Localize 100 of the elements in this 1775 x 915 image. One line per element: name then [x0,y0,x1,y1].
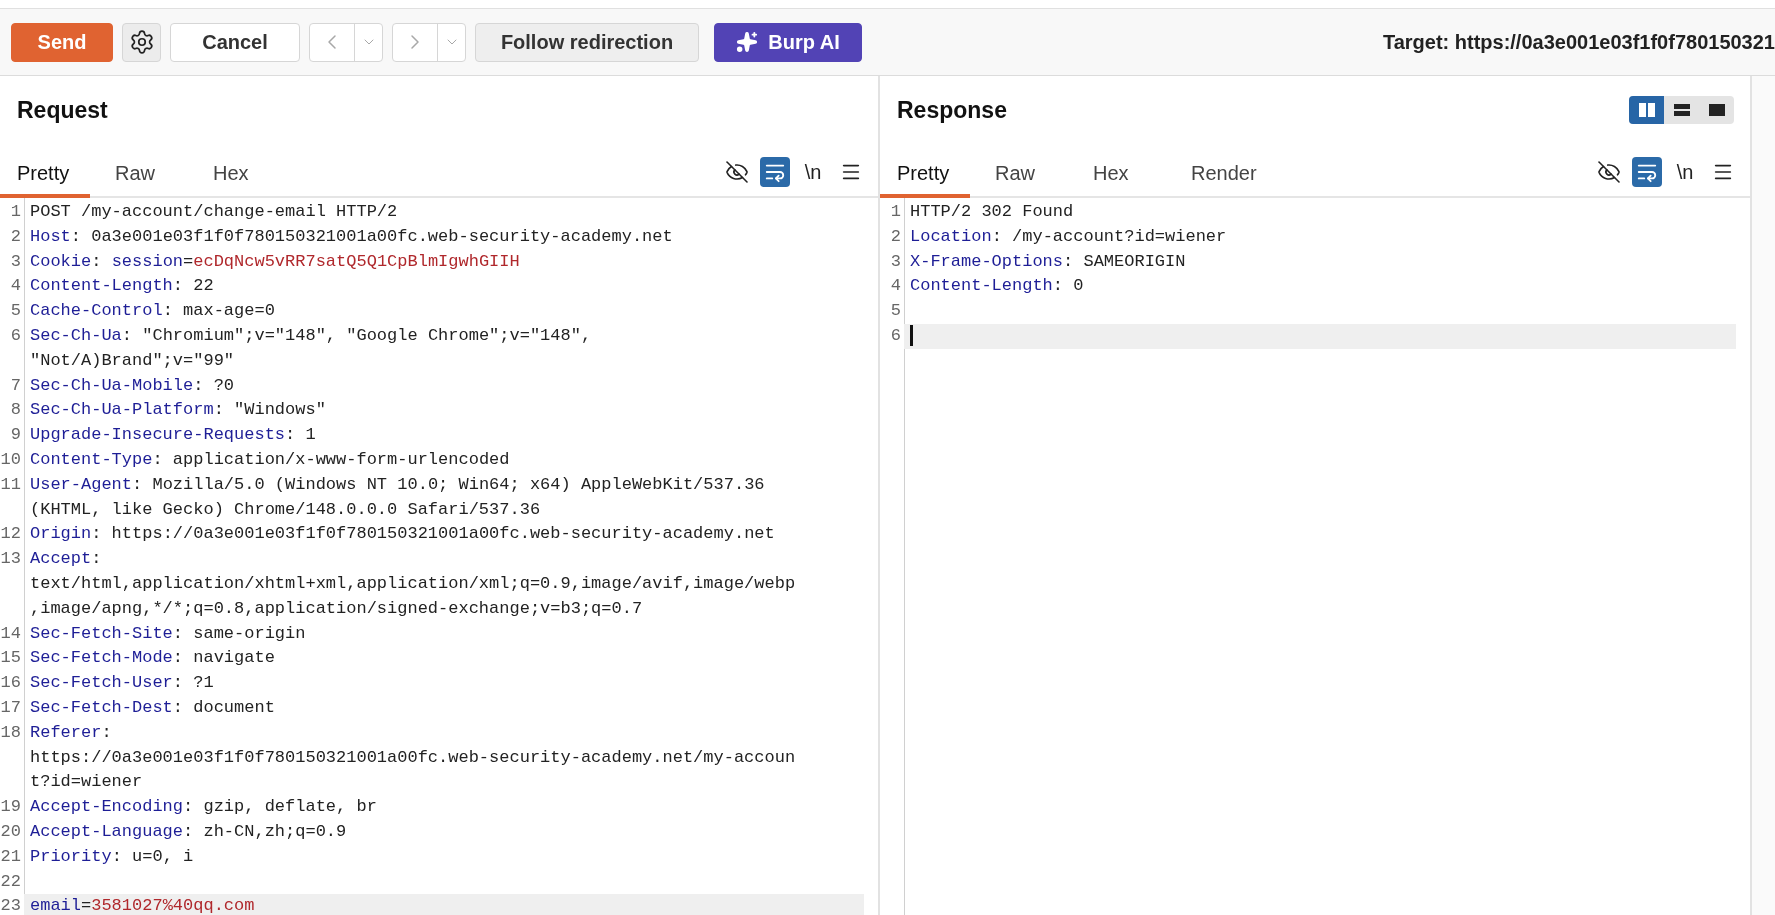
newline-button[interactable]: \n [798,157,828,187]
view-tab[interactable]: Hex [1076,153,1166,198]
header-text: : application/x-www-form-urlencoded [152,449,510,469]
line-number: 11 [0,473,22,496]
header-text: : https://0a3e001e03f1f0f780150321001a00fc.web-security-academy.net [91,524,775,544]
line-number: 5 [889,300,902,323]
header-text: : ?1 [172,673,214,693]
pane-title: Request [17,96,108,124]
param-value: 3581027%40qq.com [91,896,255,915]
header-name: Accept [30,549,92,569]
header-text: ,image/apng,*/*;q=0.8,application/signed-exchange;v=b3;q=0.7 [30,598,643,618]
layout-button[interactable] [1629,96,1664,124]
header-name: Sec-Ch-Ua-Mobile [30,375,194,395]
line-number: 18 [0,721,22,744]
header-text: : 0a3e001e03f1f0f780150321001a00fc.web-security-academy.net [70,226,673,246]
line-number: 7 [9,374,22,397]
header-text: : SAMEORIGIN [1063,251,1186,271]
header-text: https://0a3e001e03f1f0f780150321001a00fc.web-security-academy.net/my-accoun [30,747,796,767]
view-tab[interactable]: Hex [196,153,286,198]
header-name: Sec-Fetch-Site [30,623,173,643]
line-number: 15 [0,647,22,670]
line-number: 10 [0,448,22,471]
header-name: X-Frame-Options [910,251,1064,271]
header-name: Host [30,226,71,246]
header-name: Cache-Control [30,301,163,321]
header-name: Cookie [30,251,92,271]
line-number: 3 [9,250,22,273]
header-text: : max-age=0 [162,301,275,321]
newline-button[interactable]: \n [1670,157,1700,187]
view-tab[interactable]: Raw [978,153,1068,198]
header-name: session [111,251,184,271]
single-panel-icon [1708,103,1725,117]
header-name: Sec-Fetch-User [30,673,173,693]
follow-redirection-button[interactable]: Follow redirection [475,22,699,62]
header-text: t?id=wiener [30,772,143,792]
line-number: 3 [889,250,902,273]
line-number: 23 [0,895,22,915]
line-number: 6 [889,325,902,347]
word-wrap-button[interactable] [1632,157,1662,187]
send-button[interactable]: Send [11,22,113,62]
line-number: 9 [9,424,22,447]
line-number: 6 [9,325,22,347]
header-text: : zh-CN,zh;q=0.9 [183,821,347,841]
header-name: Content-Length [30,276,173,296]
pane-title: Response [897,96,1007,124]
header-text: text/html,application/xhtml+xml,application/xml;q=0.9,image/avif,image/webp [30,573,796,593]
line-number: 16 [0,672,22,695]
line-number: 1 [9,201,22,223]
header-name: Referer [30,722,102,742]
cancel-button[interactable]: Cancel [170,22,300,62]
header-text: : /my-account?id=wiener [991,226,1227,246]
line-number: 19 [0,796,22,819]
line-number: 13 [0,548,22,571]
settings-icon [128,29,155,55]
line-number: 17 [0,696,22,719]
header-text: (KHTML, like Gecko) Chrome/148.0.0.0 Safari/537.36 [30,499,541,519]
header-name: Sec-Fetch-Mode [30,648,173,668]
view-tab[interactable]: Pretty [880,153,970,198]
header-text: = [81,896,92,915]
line-number: 2 [9,225,22,248]
header-text: : [91,549,102,569]
target-url: Target: https://0a3e001e03f1f0f780150321 [1382,30,1775,54]
split-columns-icon [1638,103,1655,117]
param-value: ecDqNcw5vRR7satQ5Q1CpBlmIgwhGIIH [193,251,520,271]
header-text: : 0 [1052,276,1084,296]
header-text: : 1 [285,425,316,445]
line-number: 12 [0,523,22,546]
eye-off-icon [1597,160,1621,184]
header-text: "Not/A)Brand";v="99" [30,350,235,370]
line-number: 21 [0,845,22,868]
line-number: 8 [9,399,22,422]
header-name: Accept-Encoding [30,797,184,817]
header-name: Location [910,226,992,246]
header-text: : [91,251,103,271]
header-name: Content-Length [910,276,1053,296]
header-name: Accept-Language [30,821,184,841]
ai-button[interactable]: Burp AI [714,22,862,62]
header-text: : u=0, i [111,846,194,866]
header-text: : Mozilla/5.0 (Windows NT 10.0; Win64; x64) AppleWebKit/537.36 [132,474,765,494]
header-text: : navigate [172,648,275,668]
header-text: : document [172,697,275,717]
view-tab[interactable]: Raw [98,153,188,198]
line-number: 2 [889,225,902,248]
header-text: : ?0 [193,375,235,395]
header-text: : [101,722,112,742]
header-name: Priority [30,846,112,866]
sparkles-icon [736,31,759,53]
word-wrap-button[interactable] [760,157,790,187]
view-tab[interactable]: Pretty [0,153,90,198]
settings-button[interactable] [122,22,161,62]
header-text: : same-origin [172,623,306,643]
header-text: : "Windows" [213,400,326,420]
line-number: 14 [0,622,22,645]
header-text: : 22 [172,276,214,296]
line-number: 4 [9,275,22,298]
header-name: email [30,896,81,915]
header-name: Origin [30,524,92,544]
view-tab[interactable]: Render [1174,153,1274,198]
eye-off-icon [725,160,749,184]
header-name: Sec-Ch-Ua [30,326,122,345]
